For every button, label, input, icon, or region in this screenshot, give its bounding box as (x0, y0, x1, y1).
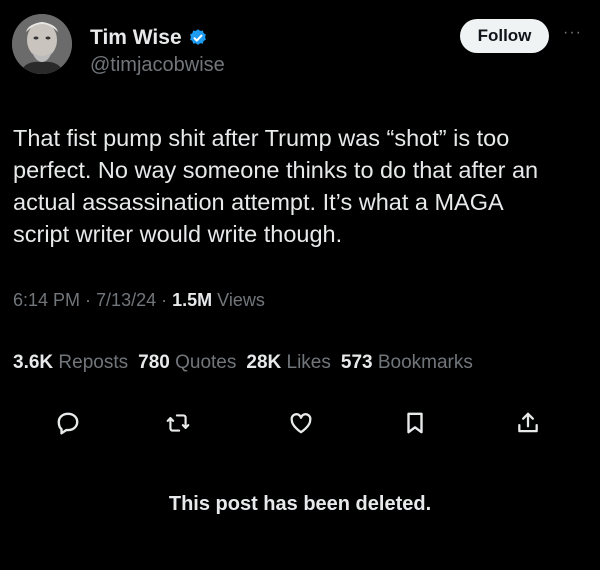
tweet-text: That fist pump shit after Trump was “sho… (13, 125, 539, 247)
bookmark-icon[interactable] (400, 408, 430, 438)
quotes-stat[interactable]: 780 Quotes (138, 352, 236, 374)
user-handle[interactable]: @timjacobwise (90, 54, 225, 77)
like-icon[interactable] (286, 408, 316, 438)
meta-separator: · (80, 290, 97, 310)
meta-separator: · (156, 290, 173, 310)
engagement-stats: 3.6K Reposts 780 Quotes 28K Likes 573 Bo… (13, 352, 473, 374)
share-icon[interactable] (513, 408, 543, 438)
tweet-date[interactable]: 7/13/24 (96, 290, 156, 310)
views-count: 1.5M (172, 290, 213, 310)
tweet-time[interactable]: 6:14 PM (13, 290, 80, 310)
repost-icon[interactable] (163, 408, 193, 438)
bookmarks-stat[interactable]: 573 Bookmarks (341, 352, 473, 374)
avatar[interactable] (12, 14, 72, 74)
deleted-notice: This post has been deleted. (168, 493, 432, 515)
tweet-meta: 6:14 PM · 7/13/24 · 1.5M Views (13, 290, 265, 311)
reply-icon[interactable] (53, 408, 83, 438)
views-label: Views (217, 290, 265, 310)
follow-button[interactable]: Follow (460, 19, 549, 53)
verified-badge-icon (189, 29, 206, 45)
likes-stat[interactable]: 28K Likes (246, 352, 331, 374)
reposts-stat[interactable]: 3.6K Reposts (13, 352, 128, 374)
action-bar (0, 408, 600, 438)
more-options-icon[interactable]: ··· (563, 24, 582, 42)
user-name[interactable]: Tim Wise (90, 26, 182, 50)
